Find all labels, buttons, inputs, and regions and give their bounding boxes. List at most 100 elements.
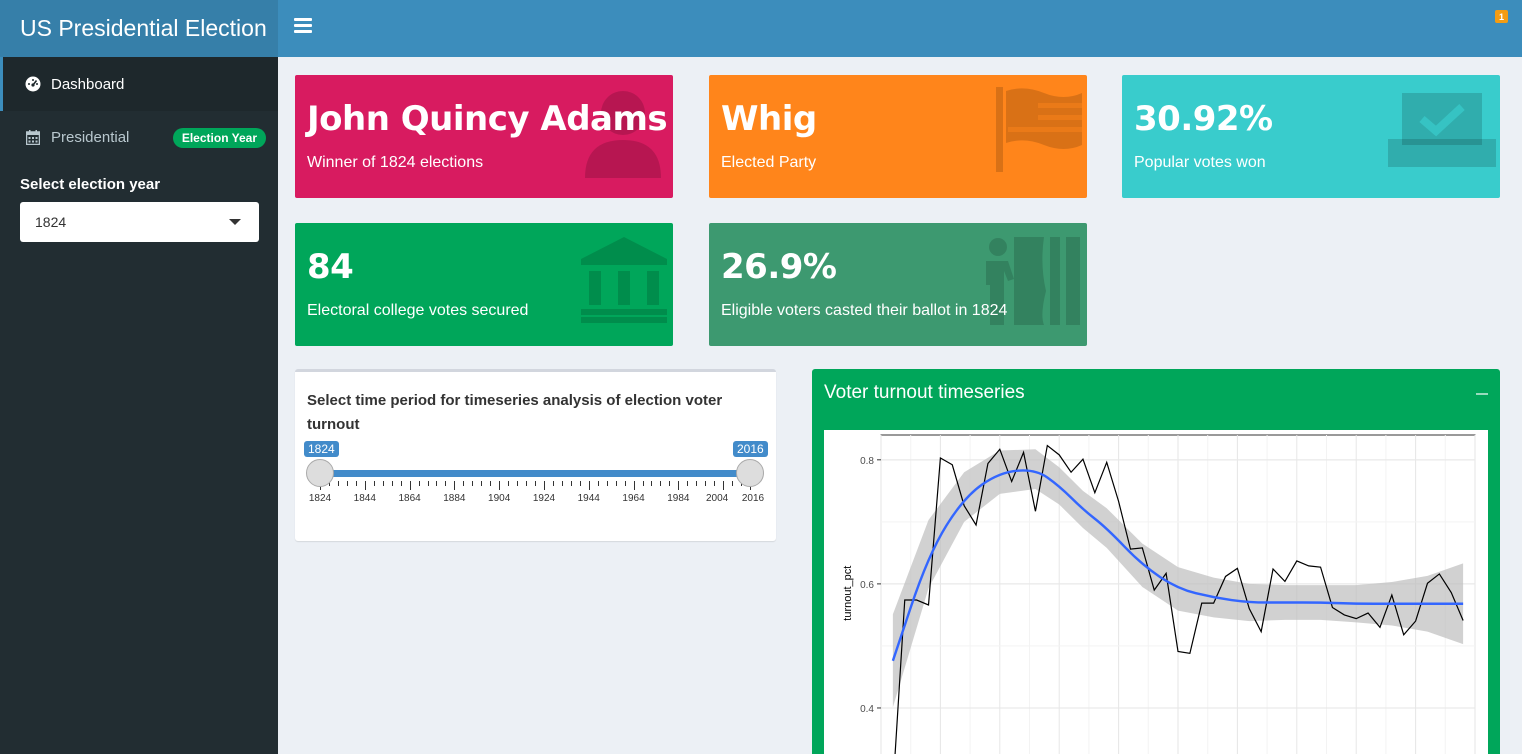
- range-slider: 1824 2016 1824 1844 1864 1884 1904 1924 1944 19…: [295, 438, 776, 518]
- slider-tick-label: 1964: [622, 493, 645, 504]
- popular-votes-value-box: 30.92% Popular votes won: [1122, 75, 1500, 198]
- winner-value-box: John Quincy Adams Winner of 1824 electio…: [295, 75, 673, 198]
- popular-votes-pct: 30.92%: [1134, 99, 1273, 139]
- election-year-select[interactable]: 1824: [20, 202, 259, 242]
- time-period-slider-box: Select time period for timeseries analys…: [295, 369, 776, 541]
- slider-tick: [481, 481, 483, 486]
- flag-usa-icon: [996, 87, 1082, 172]
- slider-tick: [633, 481, 635, 490]
- slider-tick: [391, 481, 393, 486]
- slider-tick: [364, 481, 366, 490]
- slider-tick-label: 2016: [741, 493, 765, 504]
- slider-tick: [678, 481, 680, 490]
- party-subtitle: Elected Party: [721, 154, 817, 171]
- chart-box-title: Voter turnout timeseries: [824, 382, 1025, 403]
- election-year-badge: Election Year: [172, 128, 266, 148]
- slider-tick: [696, 481, 698, 486]
- slider-tick: [535, 481, 536, 486]
- sidebar-item-dashboard[interactable]: Dashboard: [0, 57, 278, 111]
- elected-party: Whig: [721, 99, 817, 139]
- turnout-value-box: 26.9% Eligible voters casted their ballo…: [709, 223, 1087, 346]
- slider-tick: [346, 481, 348, 486]
- slider-tick: [723, 481, 725, 490]
- slider-tick: [714, 481, 716, 486]
- slider-tick: [561, 481, 563, 486]
- slider-tick-label: 1904: [488, 493, 511, 504]
- popular-votes-subtitle: Popular votes won: [1134, 154, 1266, 171]
- electoral-votes-value-box: 84 Electoral college votes secured: [295, 223, 673, 346]
- app-title: US Presidential Election: [0, 0, 278, 57]
- slider-tick: [337, 481, 339, 486]
- slider-tick: [445, 481, 447, 486]
- slider-tick: [472, 481, 474, 486]
- notification-badge[interactable]: 1: [1495, 10, 1508, 23]
- y-tick-label: 0.6: [860, 580, 874, 591]
- slider-tick-label: 1864: [398, 493, 421, 504]
- slider-tick-label: 1924: [532, 493, 556, 504]
- slider-tick: [382, 481, 384, 486]
- sidebar: Dashboard Presidential Election Year Sel…: [0, 57, 278, 754]
- party-value-box: Whig Elected Party: [709, 75, 1087, 198]
- slider-tick: [454, 481, 456, 490]
- slider-max-label: 2016: [733, 441, 768, 457]
- slider-tick: [436, 481, 438, 486]
- sidebar-item-presidential[interactable]: Presidential Election Year: [0, 111, 278, 163]
- sidebar-item-label: Dashboard: [51, 75, 125, 93]
- y-tick-label: 0.4: [860, 704, 874, 715]
- y-tick-label: 0.8: [860, 456, 874, 467]
- sidebar-toggle-icon[interactable]: [294, 18, 312, 36]
- slider-tick-label: 2004: [706, 493, 729, 504]
- vote-yea-icon: [1388, 93, 1496, 167]
- winner-name: John Quincy Adams: [307, 99, 668, 139]
- collapse-icon[interactable]: [1476, 393, 1488, 395]
- slider-track[interactable]: [320, 470, 750, 477]
- selected-year-value: 1824: [35, 214, 67, 230]
- slider-min-label: 1824: [304, 441, 339, 457]
- slider-tick: [579, 481, 581, 486]
- slider-tick: [499, 481, 501, 490]
- turnout-chart: 0.4 0.6 0.8 turnout_pct: [842, 434, 1476, 754]
- slider-tick: [642, 481, 644, 486]
- electoral-votes-subtitle: Electoral college votes secured: [307, 302, 529, 319]
- slider-tick: [669, 481, 671, 486]
- landmark-icon: [581, 237, 667, 323]
- slider-max-handle[interactable]: [736, 459, 764, 487]
- select-year-label: Select election year: [20, 176, 161, 193]
- slider-tick-label: 1884: [443, 493, 466, 504]
- top-navbar: 1: [278, 0, 1522, 57]
- electoral-votes: 84: [307, 247, 354, 287]
- slider-tick: [517, 481, 519, 486]
- turnout-subtitle: Eligible voters casted their ballot in 1…: [721, 302, 1008, 319]
- slider-tick-label: 1944: [577, 493, 600, 504]
- slider-tick: [705, 481, 707, 486]
- slider-tick-label: 1824: [308, 493, 332, 504]
- chevron-down-icon: [229, 219, 241, 225]
- slider-tick: [463, 481, 465, 486]
- slider-tick: [732, 481, 734, 486]
- y-axis-label: turnout_pct: [842, 566, 854, 621]
- slider-tick: [651, 481, 653, 486]
- slider-tick: [373, 481, 375, 486]
- slider-tick: [606, 481, 608, 486]
- turnout-pct: 26.9%: [721, 247, 837, 287]
- tachometer-icon: [25, 76, 41, 92]
- slider-tick: [615, 481, 617, 486]
- slider-tick: [660, 481, 662, 486]
- slider-tick: [427, 481, 429, 486]
- slider-tick: [418, 481, 420, 486]
- slider-tick: [552, 481, 554, 486]
- slider-tick: [570, 481, 572, 486]
- slider-title: Select time period for timeseries analys…: [307, 392, 723, 433]
- winner-subtitle: Winner of 1824 elections: [307, 154, 484, 171]
- sidebar-item-label: Presidential: [51, 128, 130, 146]
- slider-ticks: [320, 481, 751, 491]
- slider-tick: [355, 481, 357, 486]
- slider-tick: [588, 481, 590, 490]
- voter-turnout-chart-box: Voter turnout timeseries 0.4 0.6 0.8 turnou…: [812, 369, 1500, 754]
- slider-tick-label: 1844: [353, 493, 376, 504]
- slider-tick: [526, 481, 528, 486]
- slider-tick-label: 1984: [667, 493, 690, 504]
- slider-min-handle[interactable]: [306, 459, 334, 487]
- calendar-icon: [25, 129, 41, 145]
- slider-tick: [624, 481, 626, 486]
